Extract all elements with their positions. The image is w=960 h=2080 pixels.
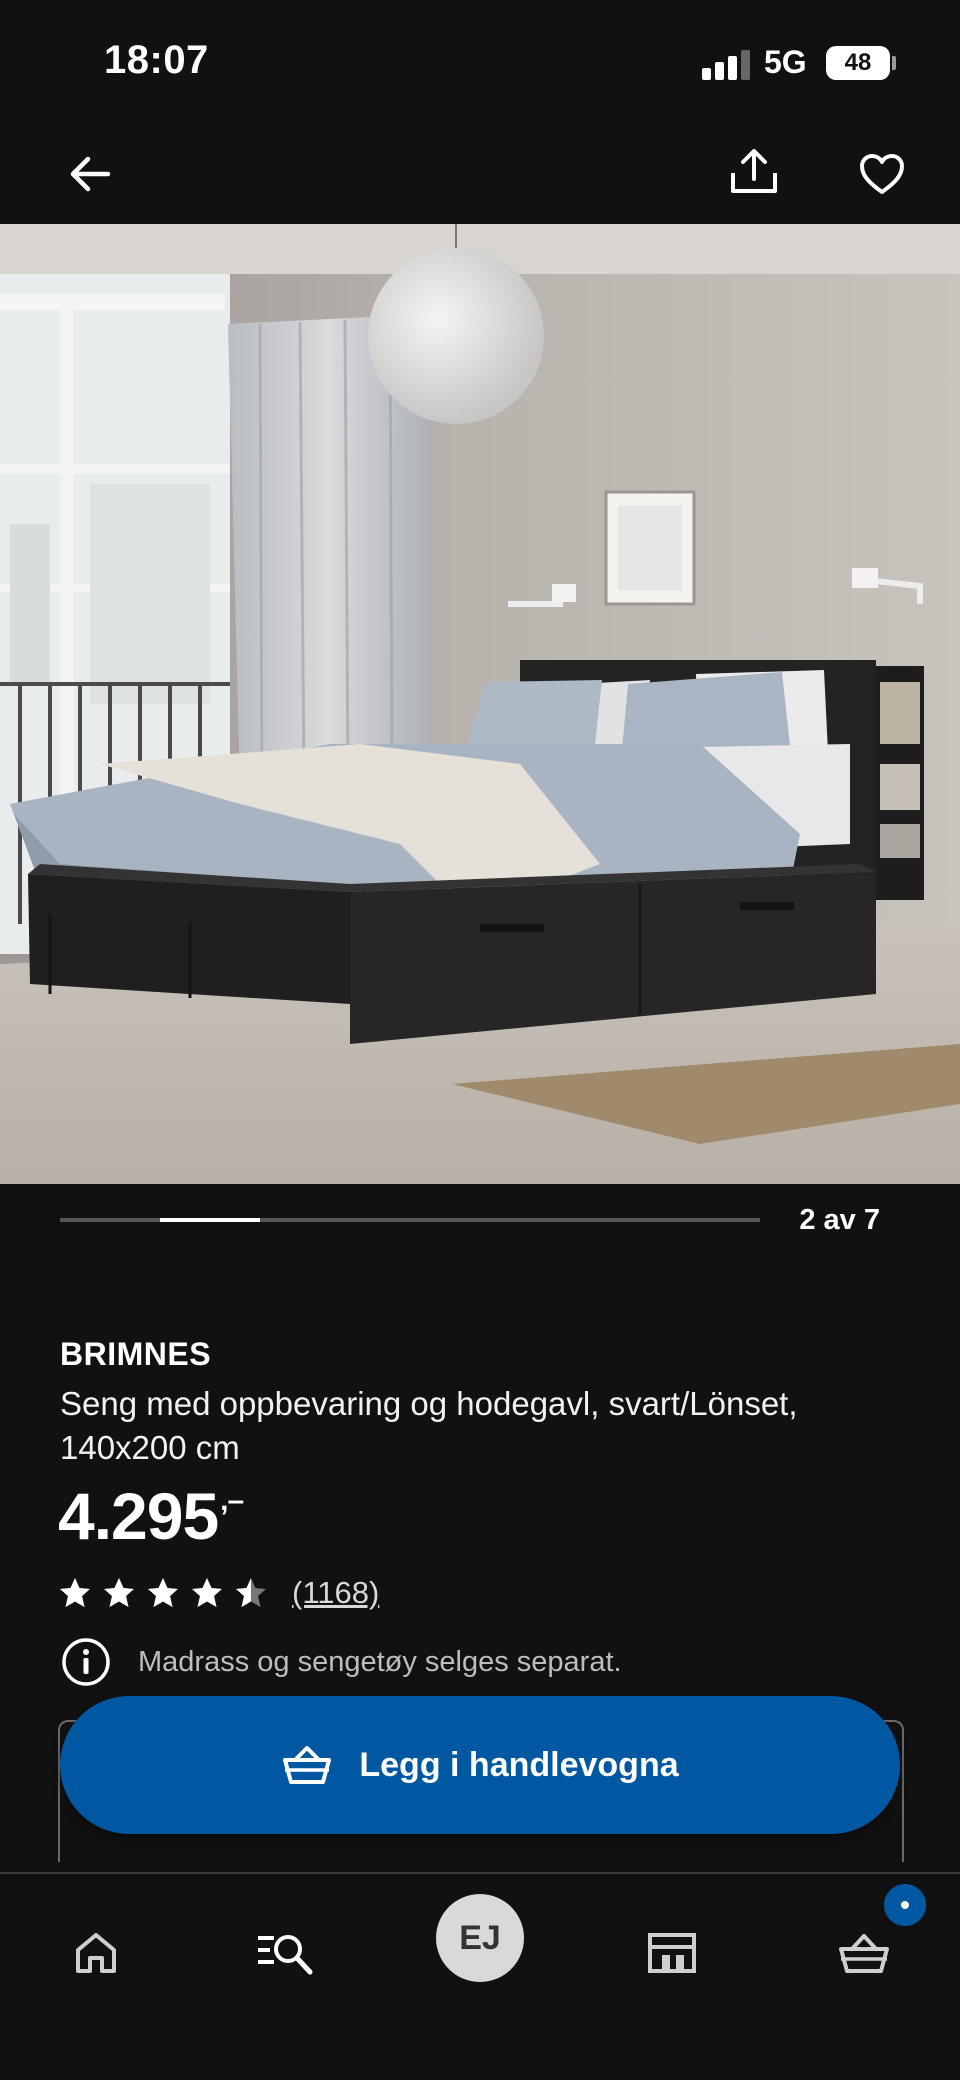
star-icon — [148, 1578, 178, 1607]
star-icon — [60, 1578, 90, 1607]
back-button[interactable] — [58, 144, 122, 204]
gallery-progress-bar[interactable] — [60, 1218, 760, 1222]
tab-store[interactable] — [622, 1908, 722, 1998]
status-time: 18:07 — [104, 38, 209, 82]
favorite-button[interactable] — [850, 142, 914, 206]
info-notice: Madrass og sengetøy selges separat. — [60, 1636, 622, 1688]
rating-row[interactable]: (1168) — [58, 1568, 379, 1618]
status-bar: 18:07 5G 48 — [0, 0, 960, 120]
rating-stars — [58, 1576, 268, 1610]
home-icon — [76, 1933, 116, 1973]
product-description: Seng med oppbevaring og hodegavl, svart/… — [60, 1385, 798, 1466]
bottom-nav: EJ — [0, 1872, 960, 2080]
shopping-basket-icon — [283, 1746, 332, 1784]
store-icon — [648, 1933, 696, 1973]
info-text: Madrass og sengetøy selges separat. — [138, 1645, 622, 1678]
cart-badge-dot — [901, 1901, 909, 1909]
star-icon — [104, 1578, 134, 1607]
star-icon — [236, 1578, 266, 1607]
battery-icon: 48 — [826, 46, 890, 80]
gallery-counter: 2 av 7 — [799, 1204, 880, 1236]
add-to-cart-button[interactable]: Legg i handlevogna — [60, 1696, 900, 1834]
heart-outline-icon — [860, 154, 904, 194]
search-list-icon — [258, 1935, 313, 1975]
tab-search[interactable] — [236, 1908, 336, 1998]
star-icon — [192, 1578, 222, 1607]
price-value: 4.295 — [58, 1479, 219, 1553]
price-suffix: ,– — [220, 1484, 244, 1517]
tab-home[interactable] — [46, 1908, 146, 1998]
info-icon — [62, 1638, 110, 1686]
network-type: 5G — [764, 44, 807, 80]
review-count-link[interactable]: (1168) — [292, 1575, 379, 1611]
cellular-signal-icon — [702, 48, 750, 80]
gallery-progress-indicator — [160, 1218, 260, 1222]
add-to-cart-label: Legg i handlevogna — [359, 1745, 679, 1784]
battery-tip — [892, 56, 896, 70]
product-name: BRIMNES — [60, 1336, 212, 1372]
share-button[interactable] — [722, 140, 786, 204]
share-upload-icon — [731, 149, 777, 193]
arrow-left-icon — [70, 156, 111, 192]
product-image[interactable] — [0, 224, 960, 1184]
bed-photo — [0, 224, 960, 1184]
cart-badge — [882, 1882, 928, 1928]
product-price: 4.295,– — [58, 1478, 244, 1554]
profile-avatar[interactable]: EJ — [436, 1894, 524, 1982]
shopping-basket-icon — [839, 1934, 889, 1973]
top-nav — [0, 120, 960, 224]
